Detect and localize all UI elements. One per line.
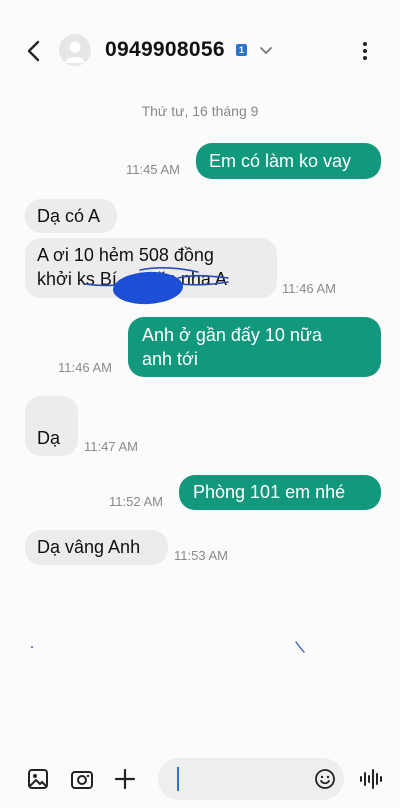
message-input[interactable]: [158, 758, 344, 800]
voice-icon[interactable]: [358, 766, 384, 792]
plus-icon[interactable]: [112, 766, 138, 792]
pen-mark: [295, 641, 305, 653]
message-timestamp: 11:46 AM: [282, 281, 336, 296]
message-timestamp: 11:45 AM: [126, 162, 180, 177]
message-timestamp: 11:46 AM: [58, 360, 112, 375]
camera-icon[interactable]: [69, 766, 95, 792]
message-text: Dạ có A: [37, 206, 101, 226]
message-text-line: Anh ở gần đấy 10 nữa: [142, 325, 322, 345]
message-timestamp: 11:53 AM: [174, 548, 228, 563]
message-text: Em có làm ko vay: [209, 151, 352, 171]
message-text: Dạ: [37, 428, 61, 448]
sent-message[interactable]: Anh ở gần đấy 10 nữa anh tới: [128, 317, 381, 377]
received-message[interactable]: Dạ có A: [25, 199, 117, 233]
received-message[interactable]: Dạ vâng Anh: [25, 530, 168, 565]
conversation-header: 0949908056 1: [0, 0, 400, 100]
date-separator: Thứ tư, 16 tháng 9: [141, 103, 259, 119]
text-cursor: [177, 767, 179, 791]
avatar[interactable]: [59, 34, 91, 66]
message-timestamp: 11:52 AM: [109, 494, 163, 509]
person-icon: [65, 41, 85, 63]
back-arrow-icon[interactable]: [20, 37, 46, 65]
sim-badge: 1: [236, 44, 247, 56]
emoji-icon[interactable]: [314, 768, 336, 790]
message-text-line: anh tới: [142, 349, 198, 369]
message-text: Dạ vâng Anh: [37, 537, 141, 557]
composer-bar: [0, 756, 400, 802]
message-timestamp: 11:47 AM: [84, 439, 138, 454]
pen-mark: [31, 646, 33, 648]
image-icon[interactable]: [25, 766, 51, 792]
chevron-down-icon[interactable]: [259, 44, 273, 56]
contact-name[interactable]: 0949908056: [105, 38, 225, 62]
sent-message[interactable]: Phòng 101 em nhé: [179, 475, 381, 510]
message-text: Phòng 101 em nhé: [193, 482, 346, 502]
sent-message[interactable]: Em có làm ko vay: [196, 143, 381, 179]
received-message[interactable]: Dạ: [25, 396, 78, 456]
more-options-icon[interactable]: [356, 38, 374, 64]
